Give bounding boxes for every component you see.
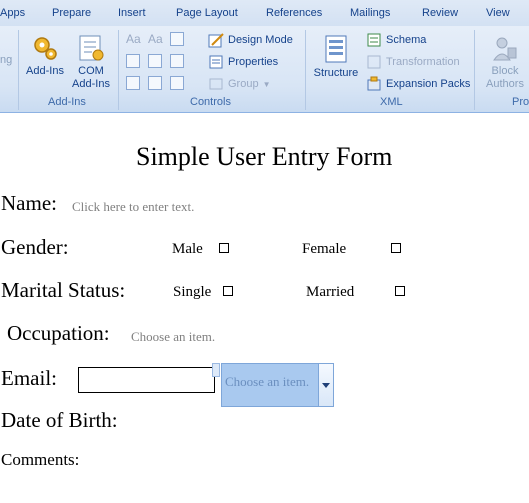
structure-label: Structure <box>313 67 359 79</box>
schema-icon <box>367 33 381 47</box>
block-authors-icon <box>493 37 517 61</box>
drag-handle-icon[interactable] <box>212 363 220 377</box>
expansion-packs-icon <box>367 76 381 91</box>
ribbon-separator <box>474 30 475 110</box>
design-mode-button[interactable]: Design Mode <box>208 32 293 48</box>
ribbon-separator <box>305 30 306 110</box>
addins-group-label: Add-Ins <box>48 96 86 108</box>
checkbox-control-icon[interactable] <box>148 76 162 90</box>
gender-label: Gender: <box>1 235 69 259</box>
com-addins-icon <box>79 35 104 61</box>
male-checkbox[interactable] <box>219 243 229 253</box>
group-button[interactable]: Group ▼ <box>208 76 271 92</box>
expansion-packs-button[interactable]: Expansion Packs <box>366 76 470 92</box>
rich-text-control-icon[interactable]: Aa <box>126 32 141 46</box>
email-textbox[interactable] <box>78 367 215 393</box>
group-icon <box>209 78 223 90</box>
design-mode-icon <box>208 33 224 48</box>
comments-label: Comments: <box>1 450 80 469</box>
dropdown-arrow-button[interactable] <box>318 364 333 406</box>
married-checkbox[interactable] <box>395 286 405 296</box>
female-checkbox[interactable] <box>391 243 401 253</box>
tab-prepare[interactable]: Prepare <box>52 7 91 19</box>
properties-button[interactable]: Properties <box>208 54 278 70</box>
block-label-line2: Authors <box>486 78 524 90</box>
expansion-packs-label: Expansion Packs <box>386 78 471 90</box>
protect-group-label: Pro <box>512 96 529 108</box>
ribbon-tab-bar: Apps Prepare Insert Page Layout Referenc… <box>0 0 529 26</box>
schema-label: Schema <box>386 34 427 46</box>
dropdown-control-icon[interactable] <box>148 54 162 68</box>
transformation-label: Transformation <box>386 56 460 68</box>
transformation-icon <box>367 55 381 69</box>
name-text-field[interactable]: Click here to enter text. <box>72 199 194 215</box>
occupation-dropdown[interactable]: Choose an item. <box>131 329 215 345</box>
occupation-label: Occupation: <box>7 321 110 345</box>
gears-icon <box>34 37 57 60</box>
single-label: Single <box>173 284 212 300</box>
tab-apps[interactable]: Apps <box>0 7 25 19</box>
married-label: Married <box>306 284 355 300</box>
tab-insert[interactable]: Insert <box>118 7 146 19</box>
single-checkbox[interactable] <box>223 286 233 296</box>
controls-group-label: Controls <box>190 96 231 108</box>
block-authors-button[interactable]: Block Authors <box>480 34 529 91</box>
addins-button[interactable]: Add-Ins <box>24 34 66 78</box>
tab-references[interactable]: References <box>266 7 322 19</box>
female-label: Female <box>302 241 347 257</box>
com-label-line1: COM <box>78 65 104 77</box>
addins-label: Add-Ins <box>26 65 64 77</box>
properties-icon <box>209 55 223 69</box>
chevron-down-icon: ▼ <box>262 79 271 89</box>
male-label: Male <box>172 241 203 257</box>
com-label-line2: Add-Ins <box>72 78 110 90</box>
structure-button[interactable]: Structure <box>310 34 362 80</box>
group-label: Group <box>228 78 259 90</box>
ribbon-panel: ng Add-Ins COM Add-Ins Add-Ins Aa Aa Des… <box>0 26 529 113</box>
ribbon-separator <box>118 30 119 110</box>
form-title: Simple User Entry Form <box>136 142 393 171</box>
tab-page-layout[interactable]: Page Layout <box>176 7 238 19</box>
document-page: Simple User Entry Form Name: Click here … <box>0 113 529 503</box>
block-label-line1: Block <box>491 65 519 77</box>
email-label: Email: <box>1 366 57 390</box>
partial-ribbon-label: ng <box>0 54 13 66</box>
picture-control-icon[interactable] <box>170 32 184 46</box>
xml-group-label: XML <box>380 96 403 108</box>
marital-status-label: Marital Status: <box>1 278 126 302</box>
tab-review[interactable]: Review <box>422 7 458 19</box>
date-of-birth-label: Date of Birth: <box>1 408 118 432</box>
building-block-control-icon[interactable] <box>126 76 140 90</box>
tab-mailings[interactable]: Mailings <box>350 7 390 19</box>
structure-icon <box>325 35 347 63</box>
ribbon-separator <box>18 30 19 110</box>
name-label: Name: <box>1 191 57 215</box>
legacy-tools-icon[interactable] <box>170 76 184 90</box>
com-addins-button[interactable]: COM Add-Ins <box>70 34 112 91</box>
design-mode-label: Design Mode <box>228 34 293 46</box>
combo-box-control-icon[interactable] <box>126 54 140 68</box>
plain-text-control-icon[interactable]: Aa <box>148 32 163 46</box>
dropdown-placeholder: Choose an item. <box>225 374 310 389</box>
choose-item-dropdown[interactable]: Choose an item. <box>221 363 334 407</box>
transformation-button[interactable]: Transformation <box>366 54 460 70</box>
chevron-down-icon <box>322 383 330 388</box>
tab-view[interactable]: View <box>486 7 510 19</box>
schema-button[interactable]: Schema <box>366 32 426 48</box>
date-picker-control-icon[interactable] <box>170 54 184 68</box>
properties-label: Properties <box>228 56 279 68</box>
